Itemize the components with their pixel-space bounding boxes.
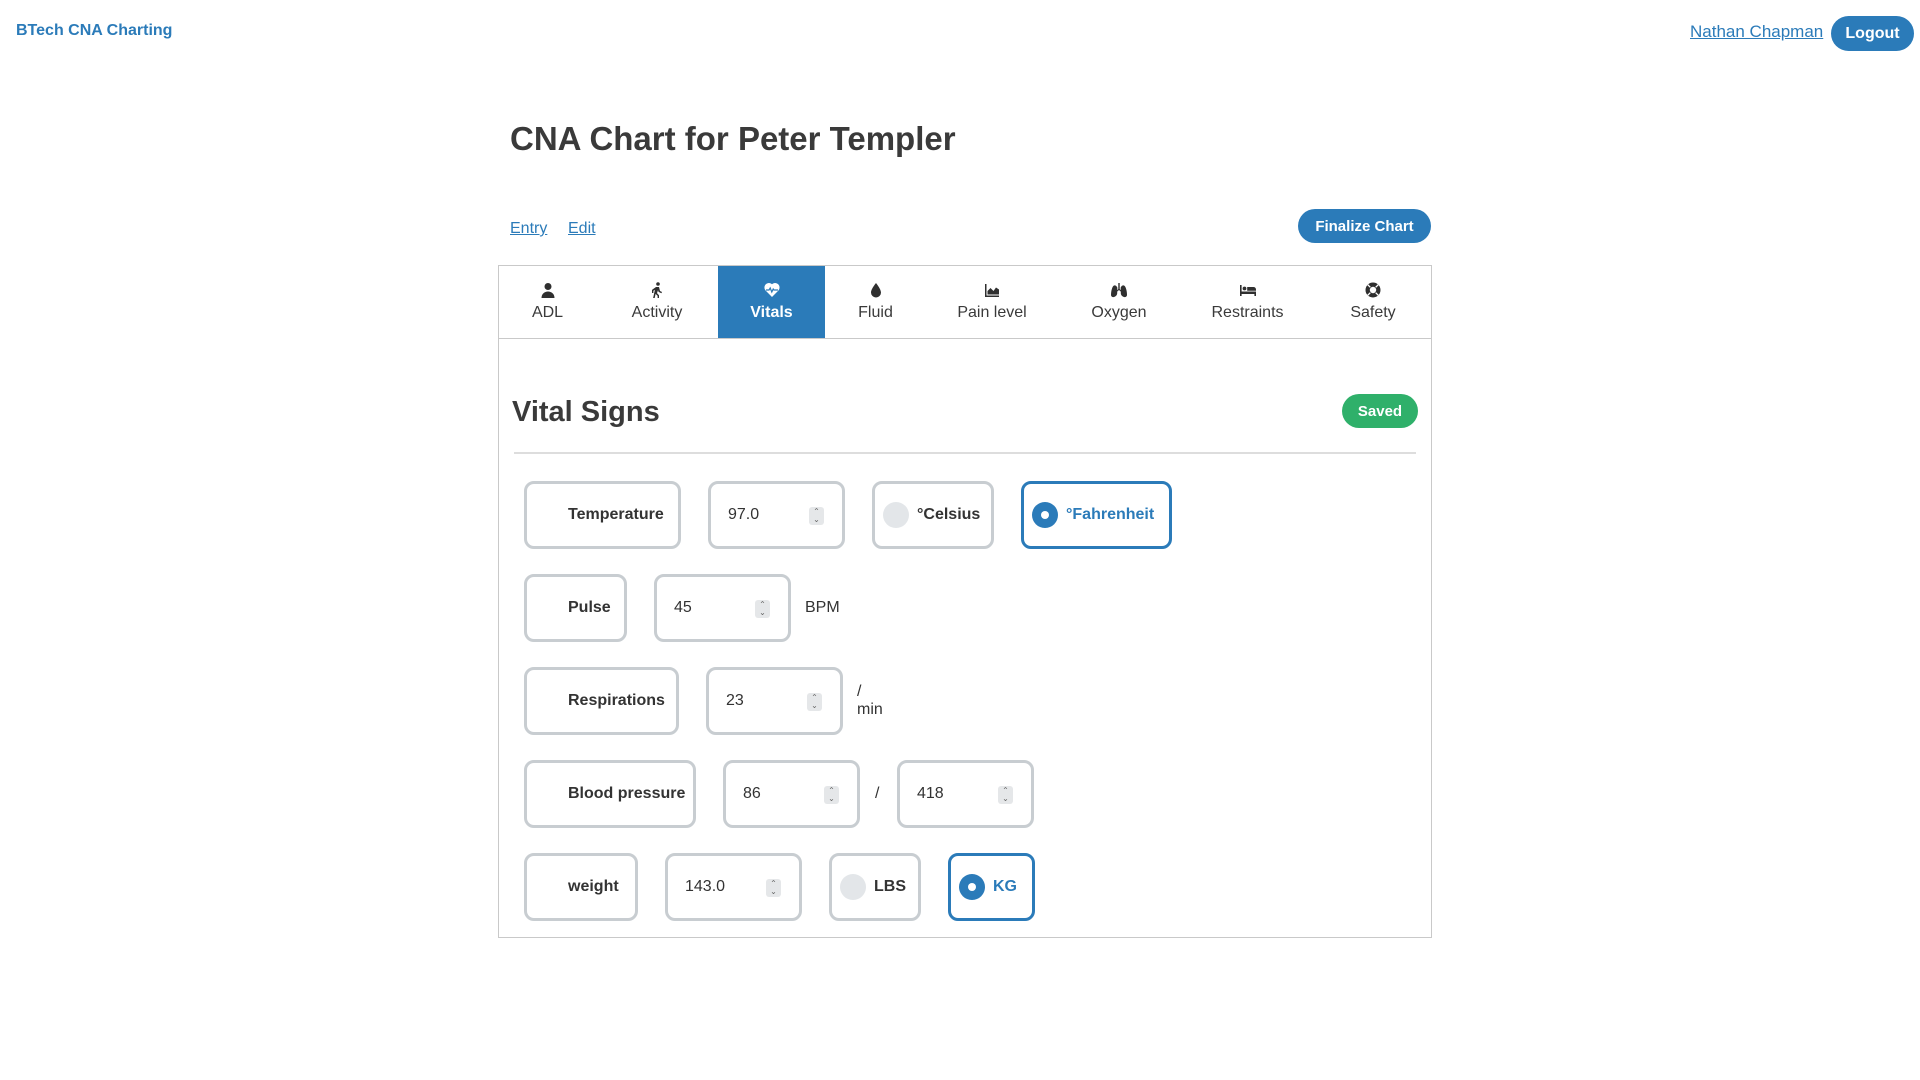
weight-input[interactable]: 143.0 ⌃ ⌄ [665, 853, 802, 921]
logout-button[interactable]: Logout [1831, 16, 1914, 51]
tab-adl[interactable]: ADL [499, 266, 596, 338]
kg-radio[interactable]: KG [948, 853, 1035, 921]
spinner-icon[interactable]: ⌃ ⌄ [766, 879, 781, 897]
temperature-label: Temperature [524, 481, 681, 549]
tab-oxygen[interactable]: Oxygen [1058, 266, 1180, 338]
pulse-label: Pulse [524, 574, 627, 642]
respirations-label: Respirations [524, 667, 679, 735]
fahrenheit-label: °Fahrenheit [1066, 506, 1155, 523]
tab-activity[interactable]: Activity [596, 266, 718, 338]
spinner-icon[interactable]: ⌃ ⌄ [755, 600, 770, 618]
radio-dot [1032, 502, 1058, 528]
temperature-value: 97.0 [728, 506, 760, 523]
weight-value: 143.0 [685, 878, 726, 895]
tab-label: Pain level [957, 304, 1027, 321]
lbs-radio[interactable]: LBS [829, 853, 921, 921]
user-name-link[interactable]: Nathan Chapman [1690, 22, 1823, 42]
brand-link[interactable]: BTech CNA Charting [16, 22, 172, 40]
heartbeat-icon [763, 282, 780, 297]
pulse-value: 45 [674, 599, 692, 616]
bed-icon [1239, 285, 1256, 296]
chart-tabs: ADL Activity Vitals Fluid Pain level Oxy… [499, 266, 1431, 339]
user-icon [541, 283, 554, 298]
tab-safety[interactable]: Safety [1315, 266, 1431, 338]
diastolic-value: 418 [917, 785, 944, 802]
respirations-value: 23 [726, 692, 744, 709]
fahrenheit-radio[interactable]: °Fahrenheit [1021, 481, 1172, 549]
tab-pain-level[interactable]: Pain level [926, 266, 1058, 338]
pulse-unit: BPM [805, 599, 840, 616]
area-chart-icon [985, 284, 999, 297]
tab-fluid[interactable]: Fluid [825, 266, 926, 338]
tab-label: Activity [631, 304, 683, 321]
kg-label: KG [993, 878, 1017, 895]
respirations-input[interactable]: 23 ⌃ ⌄ [706, 667, 843, 735]
celsius-radio[interactable]: °Celsius [872, 481, 994, 549]
tab-label: Fluid [858, 304, 893, 321]
lbs-label: LBS [874, 878, 906, 895]
life-ring-icon [1365, 282, 1381, 298]
droplet-icon [870, 283, 881, 298]
page-title: CNA Chart for Peter Templer [510, 120, 956, 157]
radio-dot [959, 874, 985, 900]
tab-label: Vitals [750, 304, 793, 321]
respirations-unit: / min [857, 683, 883, 718]
section-title: Vital Signs [512, 396, 660, 428]
weight-label: weight [524, 853, 638, 921]
bp-separator: / [875, 785, 880, 802]
divider [514, 452, 1416, 454]
tab-restraints[interactable]: Restraints [1180, 266, 1315, 338]
pulse-input[interactable]: 45 ⌃ ⌄ [654, 574, 791, 642]
radio-dot [840, 874, 866, 900]
celsius-label: °Celsius [917, 506, 981, 523]
blood-pressure-label: Blood pressure [524, 760, 696, 828]
spinner-icon[interactable]: ⌃ ⌄ [809, 507, 824, 525]
edit-link[interactable]: Edit [568, 220, 596, 238]
saved-status-badge: Saved [1342, 394, 1418, 428]
temperature-input[interactable]: 97.0 ⌃ ⌄ [708, 481, 845, 549]
walking-icon [652, 282, 662, 298]
systolic-input[interactable]: 86 ⌃ ⌄ [723, 760, 860, 828]
radio-dot [883, 502, 909, 528]
tab-label: Restraints [1211, 304, 1284, 321]
spinner-icon[interactable]: ⌃ ⌄ [824, 786, 839, 804]
finalize-chart-button[interactable]: Finalize Chart [1298, 209, 1431, 243]
diastolic-input[interactable]: 418 ⌃ ⌄ [897, 760, 1034, 828]
spinner-icon[interactable]: ⌃ ⌄ [807, 693, 822, 711]
systolic-value: 86 [743, 785, 761, 802]
tab-label: ADL [531, 304, 564, 321]
tab-vitals[interactable]: Vitals [718, 266, 825, 338]
tab-label: Safety [1350, 304, 1396, 321]
spinner-icon[interactable]: ⌃ ⌄ [998, 786, 1013, 804]
entry-link[interactable]: Entry [510, 220, 547, 238]
tab-label: Oxygen [1091, 304, 1147, 321]
chart-panel: ADL Activity Vitals Fluid Pain level Oxy… [498, 265, 1432, 938]
lungs-icon [1111, 283, 1127, 298]
